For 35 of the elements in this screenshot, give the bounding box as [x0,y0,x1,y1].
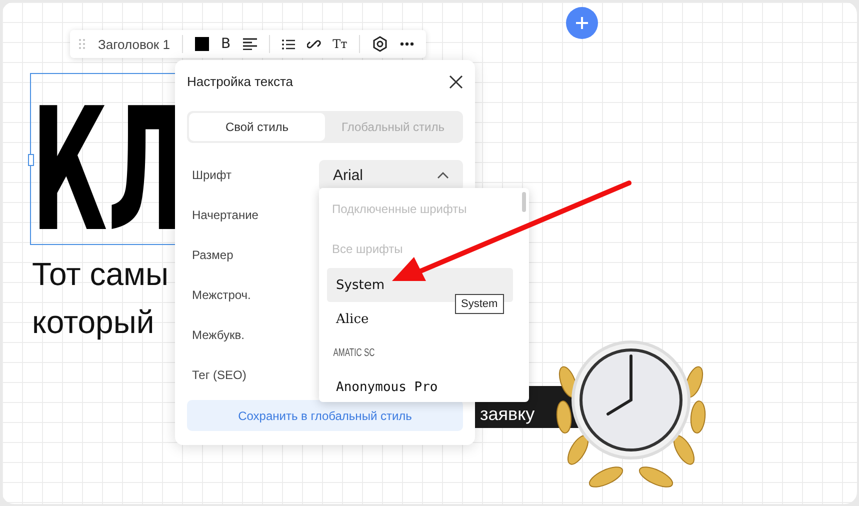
bold-button[interactable]: B [220,36,231,52]
save-global-style-button[interactable]: Сохранить в глобальный стиль [187,400,463,431]
font-select[interactable]: Arial [319,160,463,190]
panel-title: Настройка текста [187,74,294,89]
chevron-up-icon [437,172,449,178]
setting-label: Шрифт [192,168,232,182]
setting-label: Тег (SEO) [192,368,246,382]
body-text: Тот самы [32,255,168,294]
style-dropdown[interactable]: Заголовок 1 [98,36,170,52]
text-size-button[interactable]: Tт [332,37,348,51]
settings-icon[interactable] [372,36,388,52]
color-swatch[interactable] [194,37,209,51]
style-tab[interactable]: Свой стиль [189,113,325,141]
tooltip: System [455,294,504,314]
menu-section-header: Подключенные шрифты [331,201,468,218]
scrollbar-thumb[interactable] [522,192,526,212]
setting-label: Размер [192,248,234,262]
add-block-button[interactable] [566,7,598,39]
setting-label: Межбукв. [192,328,244,342]
link-icon[interactable] [306,37,321,51]
resize-handle[interactable] [28,154,34,166]
more-icon[interactable] [400,42,414,46]
font-option[interactable]: Alice [327,302,378,336]
close-icon[interactable] [449,74,463,88]
setting-label: Межстроч. [192,288,251,302]
body-text: который [32,303,156,342]
align-left-icon[interactable] [242,38,257,50]
setting-label: Начертание [192,208,258,222]
menu-section-header: Все шрифты [331,241,404,258]
heading-text: КЛ [31,86,186,256]
font-option[interactable]: Anonymous Pro [327,370,447,402]
font-option[interactable]: AMATIC SC [327,336,381,370]
drag-handle-icon[interactable] [78,38,86,50]
list-icon[interactable] [282,38,295,50]
plus-icon [575,16,589,30]
